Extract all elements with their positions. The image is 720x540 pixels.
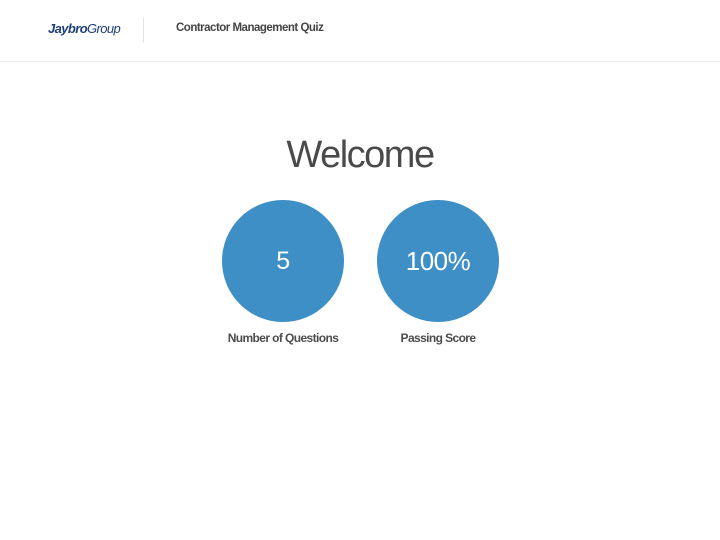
stat-number-of-questions: 5 Number of Questions	[203, 200, 363, 345]
jaybro-group-logo[interactable]: JaybroGroup	[48, 21, 121, 36]
question-count-label: Number of Questions	[227, 331, 339, 345]
logo-suffix-text: Group	[87, 21, 121, 36]
logo-brand-text: Jaybro	[48, 21, 88, 36]
passing-score-label: Passing Score	[400, 331, 477, 345]
page-header: JaybroGroup Contractor Management Quiz	[0, 0, 720, 62]
question-count-circle: 5	[222, 200, 344, 322]
quiz-title: Contractor Management Quiz	[176, 22, 324, 34]
stat-passing-score: 100% Passing Score	[358, 200, 518, 345]
passing-score-circle: 100%	[377, 200, 499, 322]
welcome-heading: Welcome	[286, 134, 435, 176]
header-divider	[143, 18, 144, 43]
